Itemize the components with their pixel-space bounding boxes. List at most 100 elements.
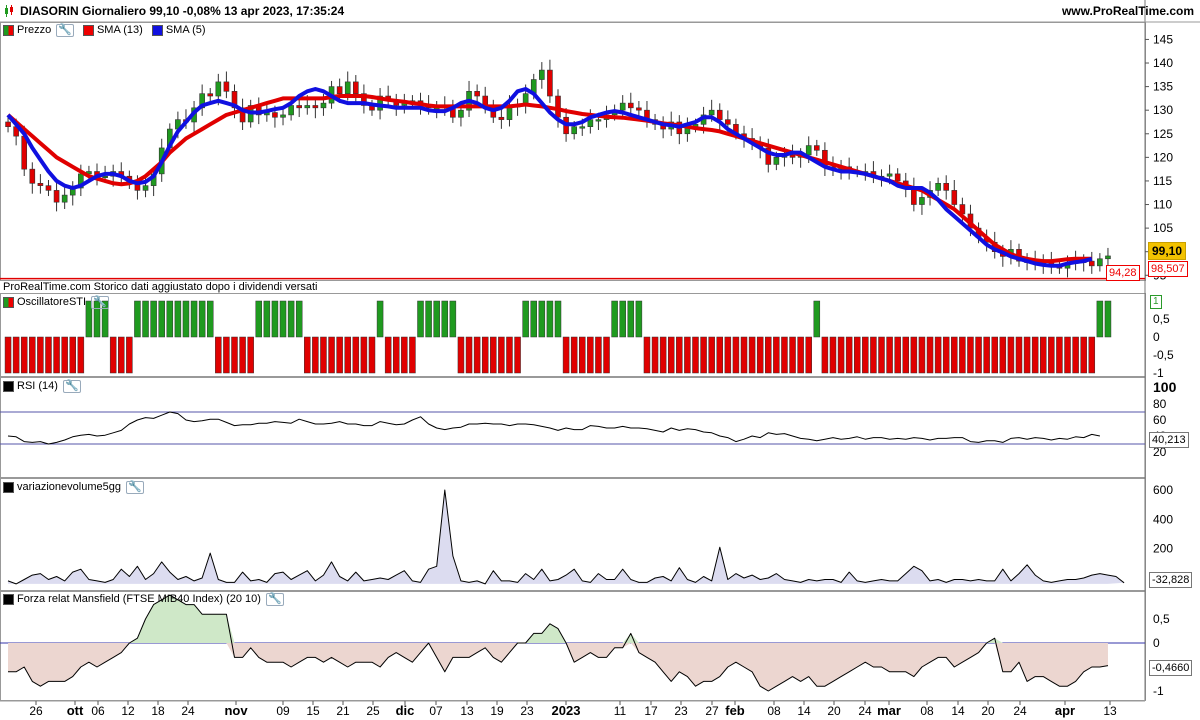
sti-bar <box>433 300 440 338</box>
rsi-swatch <box>3 380 14 392</box>
x-tick-label: nov <box>224 703 248 718</box>
sti-bar <box>481 336 489 374</box>
sti-bar <box>781 336 788 374</box>
sti-bar <box>247 336 254 374</box>
sti-bar <box>231 336 238 374</box>
sti-bar <box>805 336 812 374</box>
price-candle <box>61 194 68 203</box>
price-candle <box>894 173 901 182</box>
sti-bar <box>1031 336 1039 374</box>
sti-bar <box>77 336 85 374</box>
sti-tick-label: 0,5 <box>1153 312 1170 326</box>
sti-bar <box>1007 336 1015 374</box>
sti-bar <box>498 336 505 374</box>
price-candle <box>716 109 723 120</box>
sti-bar <box>118 336 125 374</box>
sti-bar <box>611 300 618 338</box>
wrench-icon[interactable]: 🔧 <box>91 295 109 309</box>
sti-bar <box>190 300 198 338</box>
candle-icon <box>5 5 13 17</box>
price-candle <box>595 119 602 122</box>
sti-bar <box>45 336 52 374</box>
sti-bar <box>126 336 133 374</box>
mans-legend-label: Forza relat Mansfield (FTSE MIB40 Index)… <box>17 593 261 605</box>
vol-swatch <box>3 481 14 493</box>
price-candle <box>627 102 634 109</box>
header-bar: DIASORIN Giornaliero 99,10 -0,08% 13 apr… <box>0 0 1200 22</box>
sti-bar <box>724 336 732 374</box>
sti-bar <box>732 336 740 374</box>
sti-bar <box>821 336 829 374</box>
sti-bar <box>271 300 279 338</box>
sti-bar <box>595 336 602 374</box>
rsi-tick-label: 80 <box>1153 397 1167 411</box>
price-candle <box>280 114 286 118</box>
sti-bar <box>853 336 861 374</box>
sti-bar <box>166 300 174 338</box>
sti-bar <box>546 300 554 338</box>
sti-tick-label: 0 <box>1153 330 1160 344</box>
x-tick-label: ott <box>67 703 84 718</box>
chart-title: DIASORIN Giornaliero 99,10 -0,08% 13 apr… <box>20 4 345 18</box>
sti-bar <box>878 336 885 374</box>
vol-tick-label: 200 <box>1153 542 1173 556</box>
sti-bar <box>490 336 497 374</box>
sti-bar <box>740 336 748 374</box>
x-tick-label: 07 <box>429 704 443 718</box>
sti-bar <box>1104 300 1112 338</box>
mans-value-tag: -0,4660 <box>1149 660 1193 676</box>
rsi-value-tag: 40,213 <box>1149 432 1189 448</box>
price-candle <box>619 102 626 111</box>
price-candle <box>336 86 343 94</box>
wrench-icon[interactable]: 🔧 <box>56 23 74 37</box>
x-tick-label: 19 <box>490 704 504 718</box>
x-tick-label: 06 <box>91 704 105 718</box>
sti-bar <box>287 300 295 338</box>
sti-bar <box>587 336 594 374</box>
mans-tick-label: -1 <box>1153 684 1164 698</box>
price-candle <box>636 107 642 111</box>
sti-bar <box>716 336 724 374</box>
x-tick-label: 17 <box>644 704 658 718</box>
x-tick-label: 14 <box>951 704 965 718</box>
price-candle <box>223 81 230 92</box>
sti-bar <box>700 336 707 374</box>
wrench-icon[interactable]: 🔧 <box>265 592 284 606</box>
sti-bar <box>967 336 974 374</box>
x-tick-label: 18 <box>151 704 165 718</box>
sti-bar <box>902 336 910 374</box>
sti-tick-label: -0,5 <box>1153 348 1174 362</box>
last-price-tag: 99,10 <box>1148 242 1187 260</box>
x-tick-label: 24 <box>858 704 872 718</box>
sti-bar <box>999 336 1007 374</box>
sti-bar <box>918 336 926 374</box>
sti-bar <box>344 336 351 374</box>
price-tick-label: 125 <box>1153 127 1173 141</box>
price-legend: Prezzo 🔧 SMA (13) SMA (5) <box>3 23 206 37</box>
sti-bar <box>1015 336 1023 374</box>
price-candle <box>142 185 149 191</box>
sti-bar <box>562 336 570 374</box>
x-tick-label: 13 <box>460 704 474 718</box>
sti-bar <box>352 336 360 374</box>
sti-bar <box>304 336 311 374</box>
sti-bar <box>951 336 958 374</box>
vol-line <box>7 489 1125 585</box>
sti-bar <box>530 300 537 338</box>
wrench-icon[interactable]: 🔧 <box>62 379 81 393</box>
rsi-tick-label: 100 <box>1153 379 1177 395</box>
x-tick-label: 24 <box>181 704 195 718</box>
sti-bar <box>1080 336 1087 374</box>
site-label[interactable]: www.ProRealTime.com <box>1062 4 1194 18</box>
price-candle <box>886 173 893 177</box>
sma5-line <box>6 87 1093 268</box>
sti-bar <box>1023 336 1031 374</box>
price-candle <box>344 81 351 94</box>
price-candle <box>1105 255 1111 260</box>
price-candle <box>29 168 36 184</box>
price-tick-label: 120 <box>1153 150 1173 164</box>
price-candle <box>320 102 327 109</box>
sti-bar <box>441 300 449 338</box>
wrench-icon[interactable]: 🔧 <box>125 480 144 494</box>
sti-bar <box>409 336 416 374</box>
